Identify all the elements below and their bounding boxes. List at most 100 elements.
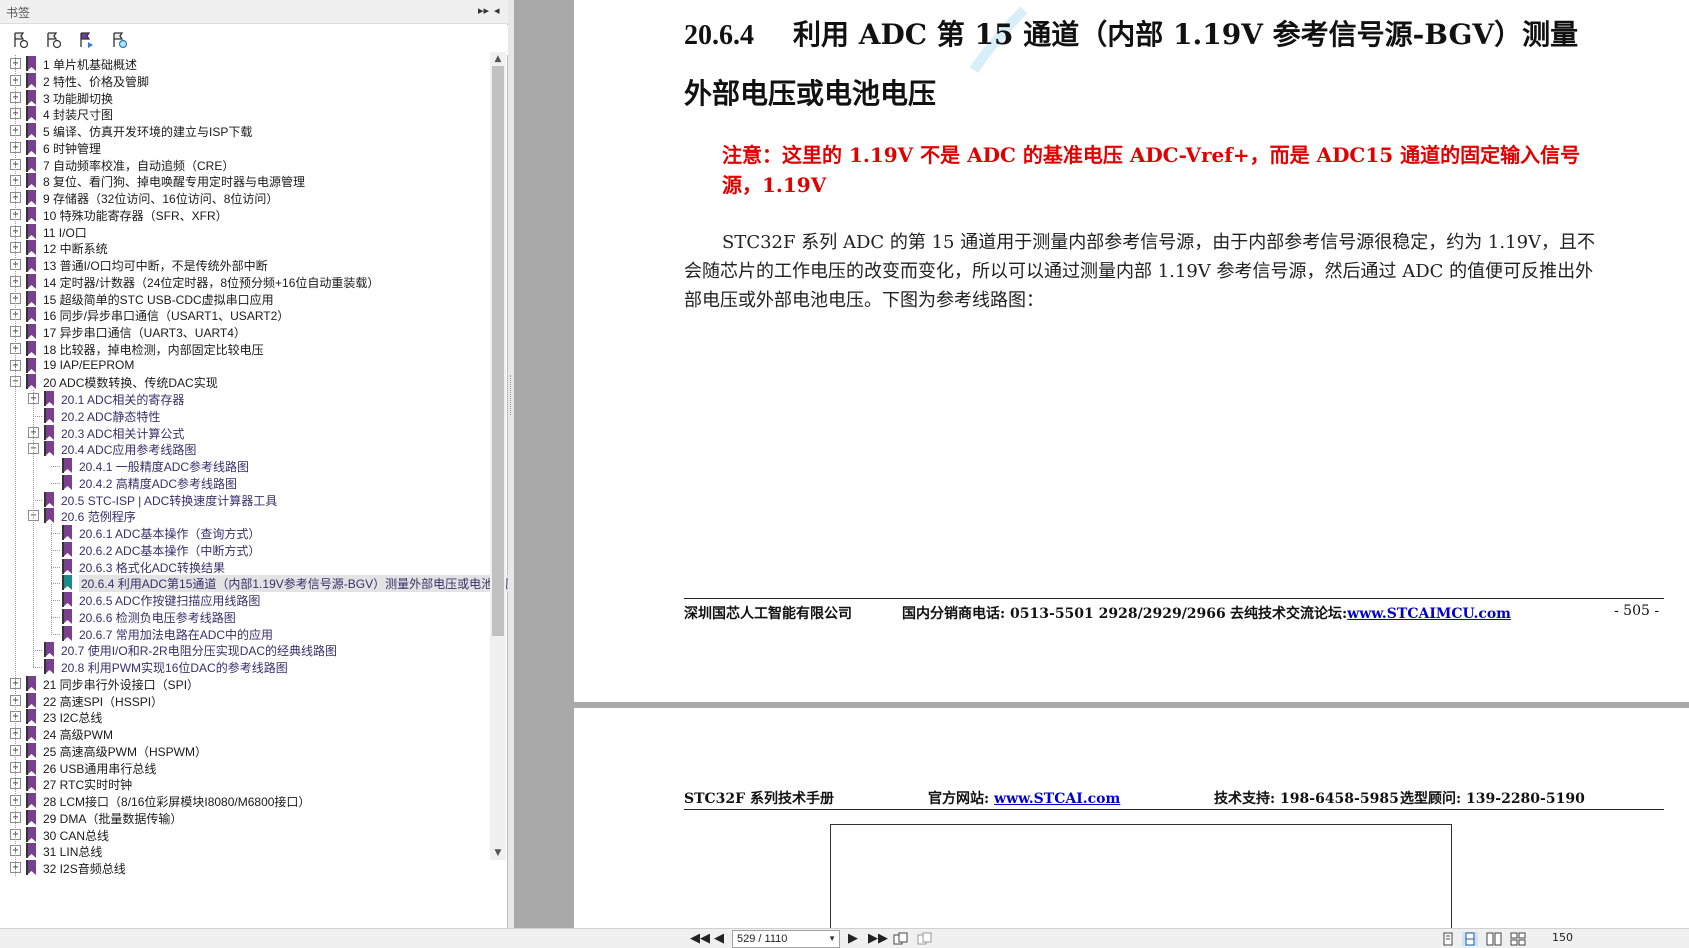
scrollbar-thumb[interactable] <box>492 66 504 636</box>
chevron-down-icon[interactable]: ▼ <box>828 931 836 947</box>
tree-connector <box>51 466 60 467</box>
bookmark-icon <box>26 692 36 708</box>
bookmark-label: 31 LIN总线 <box>43 845 103 860</box>
bookmark-label: 25 高速高级PWM（HSPWM） <box>43 744 208 759</box>
bookmark-icon <box>44 441 54 457</box>
bookmark-icon <box>44 659 54 674</box>
bookmark-label: 28 LCM接口（8/16位彩屏模块I8080/M6800接口） <box>43 795 311 809</box>
rotate-view-icon[interactable] <box>892 932 908 946</box>
single-page-view-icon[interactable] <box>1440 932 1456 946</box>
bookmark-label: 20.6.7 常用加法电路在ADC中的应用 <box>79 627 274 642</box>
bookmark-label: 4 封装尺寸图 <box>43 108 114 123</box>
footer-company: 深圳国芯人工智能有限公司 <box>684 606 852 622</box>
pdf-page-next: STC32F 系列技术手册 官方网站: www.STCAI.com 技术支持: … <box>574 708 1689 928</box>
bookmark-label: 21 同步串行外设接口（SPI） <box>43 677 200 692</box>
pane-expand-icon[interactable]: ▸▸ <box>478 4 489 17</box>
page-number: - 505 - <box>1614 603 1660 619</box>
bookmark-icon <box>62 575 72 591</box>
bookmark-icon <box>62 525 72 540</box>
forum-link[interactable]: www.STCAIMCU.com <box>1347 606 1511 622</box>
tree-connector <box>51 566 60 568</box>
bookmark-icon <box>26 726 36 741</box>
tree-guide <box>33 390 34 667</box>
bookmark-label: 20.6.6 检测负电压参考线路图 <box>79 610 236 625</box>
bookmark-icon <box>26 759 36 775</box>
bookmark-icon <box>62 592 72 607</box>
bookmark-icon <box>26 173 36 189</box>
bookmark-icon <box>62 625 72 641</box>
bookmark-icon <box>62 541 72 557</box>
bookmark-label: 17 异步串口通信（UART3、UART4） <box>43 326 246 340</box>
bookmarks-scrollbar[interactable]: ▲ ▼ <box>490 52 506 860</box>
bookmark-label: 20.6.2 ADC基本操作（中断方式） <box>79 543 261 558</box>
bookmark-label: 27 RTC实时时钟 <box>43 778 133 793</box>
bookmark-label: 9 存储器（32位访问、16位访问、8位访问） <box>43 192 279 206</box>
bookmark-label: 20.5 STC-ISP | ADC转换速度计算器工具 <box>61 493 278 508</box>
pane-collapse-icon[interactable]: ◂ <box>494 4 500 17</box>
scroll-down-icon[interactable]: ▼ <box>490 846 506 860</box>
bookmark-label: 26 USB通用串行总线 <box>43 761 157 776</box>
tree-connector <box>51 482 60 484</box>
bookmark-icon <box>26 72 36 88</box>
bookmark-label: 20.3 ADC相关计算公式 <box>61 426 185 441</box>
bookmark-icon <box>26 340 36 356</box>
tree-guide <box>51 524 52 634</box>
tree-connector <box>51 533 60 534</box>
bookmark-icon <box>26 190 36 205</box>
bookmark-label: 19 IAP/EEPROM <box>43 357 135 372</box>
status-bar: ◀◀ ◀ 529 / 1110 ▼ ▶ ▶▶ 150 <box>0 928 1689 948</box>
bookmark-label: 20 ADC模数转换、传统DAC实现 <box>43 376 218 391</box>
two-page-continuous-icon[interactable] <box>1510 932 1526 946</box>
bookmark-label: 8 复位、看门狗、掉电唤醒专用定时器与电源管理 <box>43 175 306 190</box>
bookmark-icon <box>62 558 72 574</box>
tree-connector <box>33 667 42 668</box>
page-number-input[interactable]: 529 / 1110 ▼ <box>732 930 840 948</box>
expand-all-bookmarks-icon[interactable] <box>10 30 30 50</box>
zoom-level[interactable]: 150 <box>1552 931 1573 944</box>
bookmark-label: 20.6.3 格式化ADC转换结果 <box>79 560 226 575</box>
bookmark-icon <box>26 156 36 172</box>
last-page-icon[interactable]: ▶▶ <box>868 931 888 947</box>
continuous-view-icon[interactable] <box>1462 932 1478 946</box>
previous-page-icon[interactable]: ◀ <box>714 931 724 947</box>
bookmark-icon <box>26 307 36 323</box>
bookmark-icon <box>44 508 54 524</box>
collapse-all-bookmarks-icon[interactable] <box>43 30 63 50</box>
bookmarks-toolbar <box>0 25 508 55</box>
bookmark-icon <box>26 709 36 725</box>
fit-page-icon[interactable] <box>916 932 932 946</box>
page-number-value: 529 / 1110 <box>737 933 788 945</box>
bookmark-label: 20.6 范例程序 <box>61 510 136 525</box>
bookmarks-header: 书签 ▸▸ ◂ <box>0 0 508 24</box>
bookmark-icon <box>44 642 54 658</box>
next-page-icon[interactable]: ▶ <box>848 931 858 947</box>
bookmark-icon <box>44 424 54 440</box>
two-page-view-icon[interactable] <box>1486 932 1502 946</box>
bookmark-label: 20.2 ADC静态特性 <box>61 409 161 424</box>
bookmark-icon <box>62 474 72 490</box>
bookmark-label: 22 高速SPI（HSSPI） <box>43 694 164 709</box>
bookmark-icon <box>26 106 36 122</box>
tree-connector <box>51 616 60 618</box>
first-page-icon[interactable]: ◀◀ <box>690 931 710 947</box>
find-bookmark-icon[interactable] <box>109 30 129 50</box>
bookmark-icon <box>26 324 36 339</box>
scroll-up-icon[interactable]: ▲ <box>490 52 506 66</box>
bookmark-label: 13 普通I/O口均可中断，不是传统外部中断 <box>43 259 268 273</box>
header-advisor: 选型顾问: 139-2280-5190 <box>1400 791 1585 807</box>
site-link[interactable]: www.STCAI.com <box>994 791 1120 807</box>
tree-connector <box>51 583 60 585</box>
splitter-grip[interactable] <box>510 375 512 415</box>
bookmark-icon <box>26 56 36 71</box>
add-bookmark-icon[interactable] <box>76 30 96 50</box>
footer-phone: 国内分销商电话: 0513-5501 2928/2929/2966 <box>902 606 1226 622</box>
bookmark-label: 32 I2S音频总线 <box>43 862 126 876</box>
tree-guide <box>15 55 16 876</box>
bookmark-label: 16 同步/异步串口通信（USART1、USART2） <box>43 309 290 324</box>
bookmark-label: 20.6.5 ADC作按键扫描应用线路图 <box>79 594 261 608</box>
bookmark-label: 14 定时器/计数器（24位定时器，8位预分频+16位自动重装载） <box>43 275 380 290</box>
bookmark-label: 12 中断系统 <box>43 242 108 257</box>
document-view[interactable]: 20.6.4 利用 ADC 第 15 通道（内部 1.19V 参考信号源-BGV… <box>514 0 1689 928</box>
tree-connector <box>33 650 42 652</box>
body-paragraph: STC32F 系列 ADC 的第 15 通道用于测量内部参考信号源，由于内部参考… <box>684 232 1596 311</box>
